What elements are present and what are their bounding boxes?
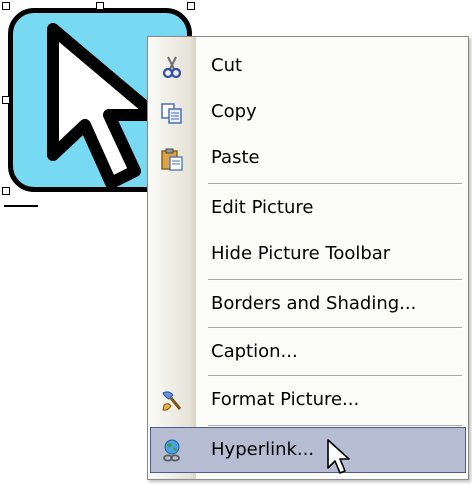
mouse-pointer-icon bbox=[327, 439, 350, 474]
resize-handle-left[interactable] bbox=[2, 96, 10, 104]
menu-item-label: Caption... bbox=[211, 341, 298, 362]
resize-handle-top-right[interactable] bbox=[187, 2, 195, 10]
menu-item-label: Paste bbox=[211, 147, 260, 168]
menu-item-paste[interactable]: Paste bbox=[150, 135, 466, 181]
menu-item-edit-picture[interactable]: Edit Picture bbox=[150, 185, 466, 231]
menu-item-label: Copy bbox=[211, 101, 257, 122]
resize-handle-bottom-left[interactable] bbox=[2, 187, 10, 195]
context-menu: Cut Copy Paste Edit Picture Hide Picture… bbox=[147, 36, 469, 480]
menu-item-cut[interactable]: Cut bbox=[150, 43, 466, 89]
scissors-icon bbox=[162, 56, 182, 79]
menu-item-label: Borders and Shading... bbox=[211, 293, 417, 314]
clipboard-icon bbox=[161, 148, 183, 171]
globe-link-icon bbox=[163, 439, 180, 462]
menu-item-format-picture[interactable]: Format Picture... bbox=[150, 377, 466, 423]
menu-item-hyperlink[interactable]: Hyperlink... bbox=[150, 427, 466, 473]
menu-item-label: Edit Picture bbox=[211, 197, 314, 218]
resize-handle-top-left[interactable] bbox=[2, 2, 10, 10]
resize-handle-top[interactable] bbox=[96, 2, 104, 10]
menu-item-label: Hide Picture Toolbar bbox=[211, 243, 391, 264]
menu-item-hide-picture-toolbar[interactable]: Hide Picture Toolbar bbox=[150, 231, 466, 277]
menu-item-label: Hyperlink... bbox=[211, 439, 315, 460]
menu-item-copy[interactable]: Copy bbox=[150, 89, 466, 135]
menu-item-label: Cut bbox=[211, 55, 243, 76]
menu-item-caption[interactable]: Caption... bbox=[150, 329, 466, 375]
text-underline bbox=[4, 205, 38, 207]
copy-icon bbox=[161, 103, 182, 124]
menu-item-label: Format Picture... bbox=[211, 389, 360, 410]
menu-item-borders-and-shading[interactable]: Borders and Shading... bbox=[150, 281, 466, 327]
paint-brush-icon bbox=[162, 391, 182, 411]
